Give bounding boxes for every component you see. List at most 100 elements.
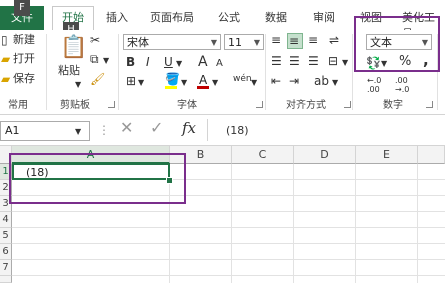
save-icon: ▰ <box>1 72 11 86</box>
column-header-e[interactable]: E <box>356 146 418 164</box>
number-group-label: 数字 <box>383 100 403 111</box>
underline-dropdown-icon[interactable]: ▼ <box>176 57 182 71</box>
gridline <box>12 211 445 212</box>
gridline <box>12 259 445 260</box>
font-size-combo[interactable]: 11 ▼ <box>224 34 264 50</box>
open-folder-icon: ▰ <box>1 52 11 66</box>
shrink-font-button[interactable]: A <box>216 57 223 71</box>
border-icon[interactable]: ⊞ <box>126 74 136 88</box>
font-color-dropdown-icon[interactable]: ▼ <box>212 76 218 90</box>
merge-dropdown-icon[interactable]: ▼ <box>342 56 348 70</box>
border-dropdown-icon[interactable]: ▼ <box>138 76 144 90</box>
align-top-icon[interactable]: ≡ <box>271 33 281 47</box>
paste-dropdown-icon[interactable]: ▼ <box>75 78 81 92</box>
separator <box>118 34 119 110</box>
fill-color-swatch <box>165 86 177 89</box>
insert-function-button[interactable]: fx <box>182 121 196 136</box>
tab-data[interactable]: 数据 <box>265 9 287 25</box>
bold-button[interactable]: B <box>126 55 135 69</box>
separator <box>46 34 47 110</box>
row-header-7[interactable]: 7 <box>0 260 12 276</box>
alignment-launcher-icon[interactable] <box>344 101 351 108</box>
decrease-decimal-button[interactable]: .00 →.0 <box>395 76 417 94</box>
merge-center-icon[interactable]: ⊟ <box>328 54 338 68</box>
formula-bar: A1 ▼ ⋮ ✕ ✓ fx (18) <box>0 115 445 146</box>
font-color-button[interactable]: A <box>199 73 207 87</box>
gridline <box>12 275 445 276</box>
gridline <box>12 227 445 228</box>
font-group-label: 字体 <box>177 100 197 111</box>
copy-icon[interactable]: ⧉ <box>90 52 99 66</box>
clipboard-launcher-icon[interactable] <box>108 101 115 108</box>
gridline <box>293 164 294 283</box>
column-header-c[interactable]: C <box>232 146 294 164</box>
paste-button[interactable]: 粘贴 <box>58 64 80 78</box>
row-header-4[interactable]: 4 <box>0 212 12 228</box>
fill-dropdown-icon[interactable]: ▼ <box>181 76 187 90</box>
formula-content[interactable]: (18) <box>226 124 249 138</box>
gridline <box>417 164 418 283</box>
tab-page-layout[interactable]: 页面布局 <box>150 9 194 25</box>
font-name-combo[interactable]: 宋体 ▼ <box>123 34 221 50</box>
italic-button[interactable]: I <box>146 55 150 69</box>
gridline <box>355 164 356 283</box>
tab-review[interactable]: 审阅 <box>313 9 335 25</box>
grow-font-button[interactable]: A <box>198 55 208 69</box>
font-color-swatch <box>197 86 209 89</box>
alignment-group-label: 对齐方式 <box>286 100 326 111</box>
align-bottom-icon[interactable]: ≡ <box>308 33 318 47</box>
font-launcher-icon[interactable] <box>256 101 263 108</box>
gridline <box>12 243 445 244</box>
tab-insert[interactable]: 插入 <box>106 9 128 25</box>
highlight-cell-a1 <box>9 153 186 204</box>
ribbon: ▯ 新建 ▰ 打开 ▰ 保存 常用 📋 粘贴 ▼ ✂ ⧉ ▼ 🖌 剪贴板 宋体 … <box>0 16 445 115</box>
gridline <box>231 164 232 283</box>
cut-icon[interactable]: ✂ <box>90 33 100 47</box>
name-box-dropdown-icon[interactable]: ▼ <box>75 125 81 139</box>
row-header-5[interactable]: 5 <box>0 228 12 244</box>
common-group-label: 常用 <box>8 100 28 111</box>
orientation-icon[interactable]: ab <box>314 74 329 88</box>
more-dots-icon: ⋮ <box>98 123 110 137</box>
enter-icon[interactable]: ✓ <box>150 120 163 136</box>
clipboard-group-label: 剪贴板 <box>60 100 90 111</box>
worksheet-grid[interactable]: A B C D E 1 2 3 4 5 6 7 (18) <box>0 146 445 283</box>
tab-formulas[interactable]: 公式 <box>218 9 240 25</box>
keytip-f: F <box>14 0 30 16</box>
paste-icon: 📋 <box>60 35 88 60</box>
number-launcher-icon[interactable] <box>426 101 433 108</box>
align-center-icon[interactable]: ☰ <box>289 54 300 68</box>
separator <box>265 34 266 110</box>
align-middle-icon: ≡ <box>289 34 300 48</box>
row-header-8[interactable] <box>0 276 12 283</box>
name-box-value: A1 <box>5 124 20 137</box>
increase-decimal-button[interactable]: ←.0 .00 <box>367 76 389 94</box>
wrap-text-icon[interactable]: ⇌ <box>329 33 339 47</box>
underline-button[interactable]: U <box>164 55 173 69</box>
fill-color-icon[interactable]: 🪣 <box>165 72 180 86</box>
separator <box>352 34 353 110</box>
chevron-down-icon: ▼ <box>253 38 260 47</box>
copy-dropdown-icon[interactable]: ▼ <box>103 54 109 68</box>
align-left-icon[interactable]: ☰ <box>271 54 282 68</box>
new-button[interactable]: 新建 <box>13 33 35 47</box>
separator <box>207 119 208 141</box>
font-size-value: 11 <box>228 36 242 49</box>
font-name-value: 宋体 <box>127 36 149 49</box>
chevron-down-icon: ▼ <box>210 38 217 47</box>
decrease-indent-icon[interactable]: ⇤ <box>271 74 281 88</box>
highlight-number-format <box>354 16 440 72</box>
row-header-6[interactable]: 6 <box>0 244 12 260</box>
column-header-f-partial[interactable] <box>418 146 445 164</box>
cancel-icon[interactable]: ✕ <box>120 120 133 136</box>
format-painter-icon[interactable]: 🖌 <box>90 72 105 86</box>
phonetic-button[interactable]: wén <box>233 72 252 86</box>
column-header-d[interactable]: D <box>294 146 356 164</box>
align-right-icon[interactable]: ☰ <box>308 54 319 68</box>
orientation-dropdown-icon[interactable]: ▼ <box>332 76 338 90</box>
save-button[interactable]: 保存 <box>13 72 35 86</box>
increase-indent-icon[interactable]: ⇥ <box>289 74 299 88</box>
phonetic-dropdown-icon[interactable]: ▼ <box>251 76 257 90</box>
new-icon: ▯ <box>1 33 8 47</box>
open-button[interactable]: 打开 <box>13 52 35 66</box>
